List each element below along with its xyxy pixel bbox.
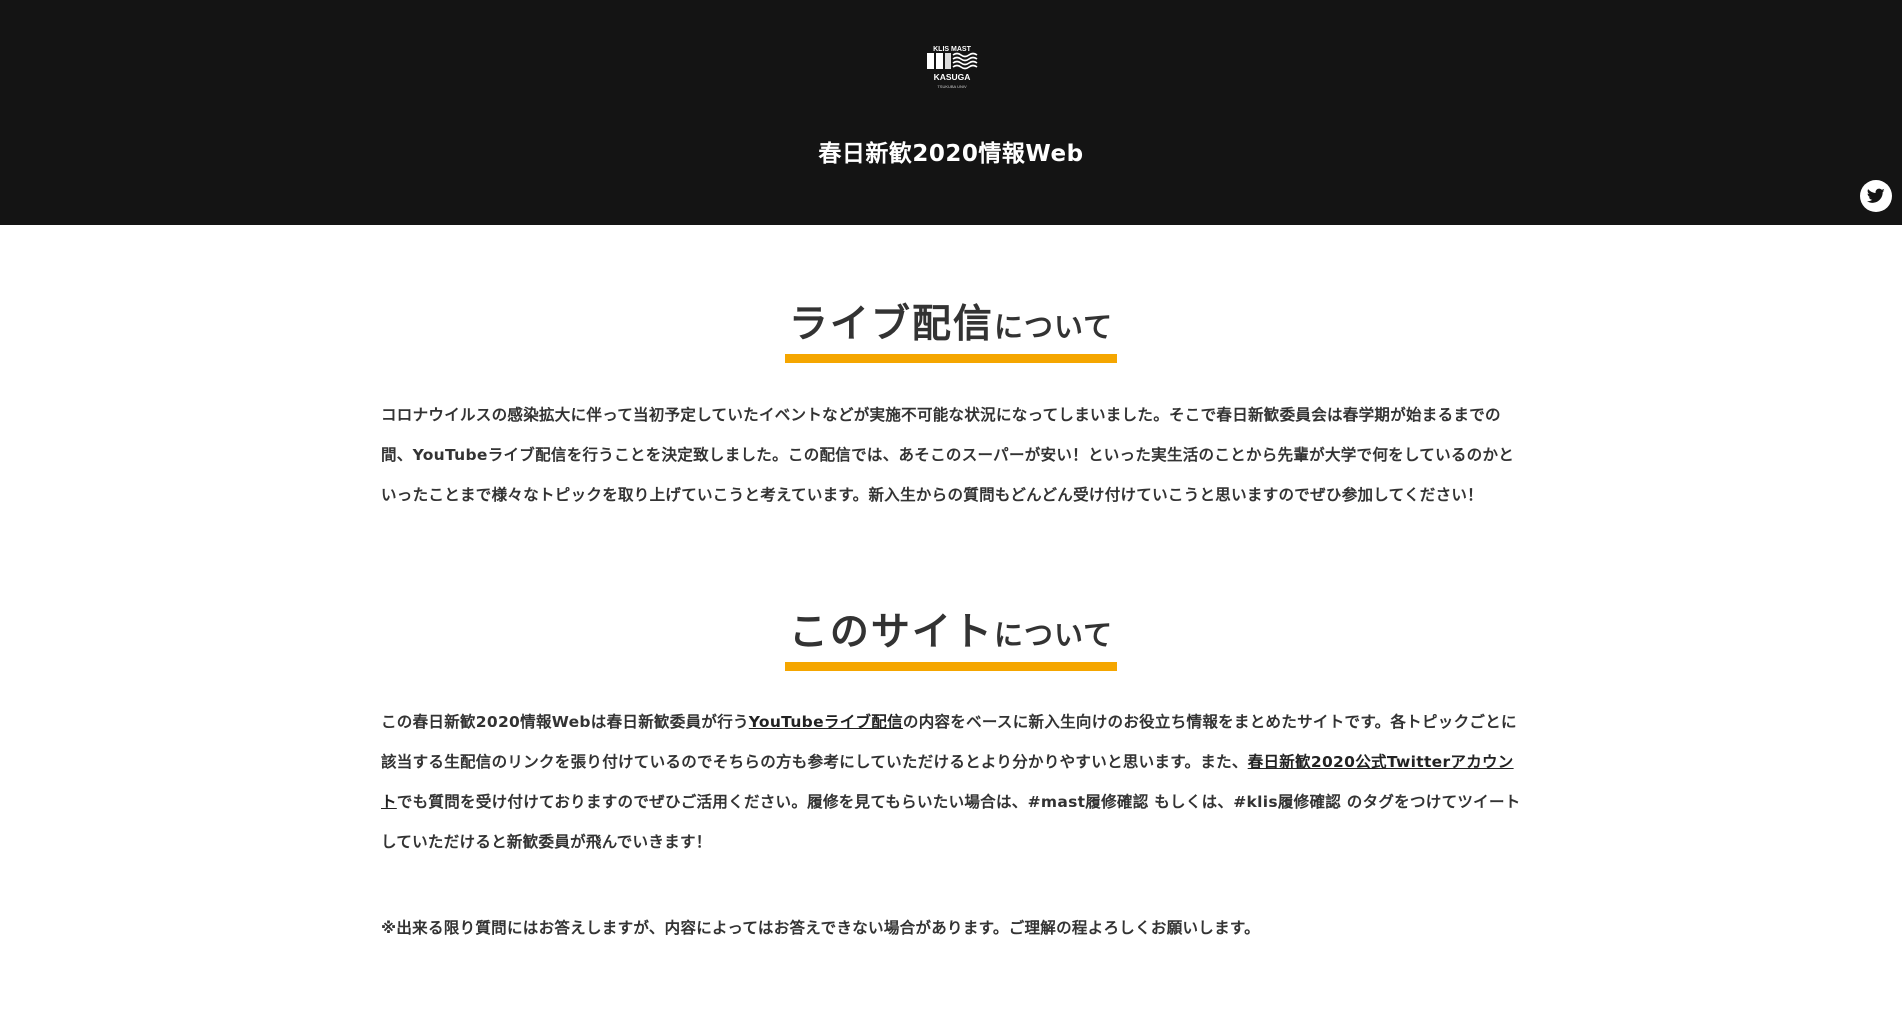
heading-site-main: このサイト: [788, 610, 994, 655]
logo-text-main: KASUGA: [934, 72, 971, 82]
site-paragraph: この春日新歓2020情報Webは春日新歓委員が行うYouTubeライブ配信の内容…: [381, 702, 1521, 862]
logo-text-top: KLIS MAST: [933, 46, 971, 53]
heading-site: このサイトについて: [784, 610, 1118, 671]
heading-live-suffix: について: [993, 310, 1114, 344]
twitter-button[interactable]: [1860, 180, 1892, 212]
youtube-live-link[interactable]: YouTubeライブ配信: [749, 713, 903, 731]
twitter-icon: [1867, 188, 1885, 203]
heading-site-suffix: について: [993, 618, 1114, 652]
heading-live: ライブ配信について: [784, 302, 1118, 363]
section-heading-site: このサイトについて: [0, 613, 1902, 671]
hashtag-klis: #klis履修確認: [1233, 793, 1342, 811]
site-note: ※出来る限り質問にはお答えしますが、内容によってはお答えできない場合があります。…: [381, 919, 1260, 937]
kasuga-logo[interactable]: KLIS MAST KASUGA TSUKUBA UNIV: [923, 44, 981, 92]
site-text-1: この春日新歓2020情報Webは春日新歓委員が行う: [381, 713, 749, 731]
section-heading-live: ライブ配信について: [0, 305, 1902, 363]
site-text-3: でも質問を受け付けておりますのでぜひご活用ください。履修を見てもらいたい場合は、: [396, 793, 1028, 811]
site-text-4: もしくは、: [1148, 793, 1234, 811]
live-paragraph: コロナウイルスの感染拡大に伴って当初予定していたイベントなどが実施不可能な状況に…: [381, 406, 1515, 504]
hashtag-mast: #mast履修確認: [1027, 793, 1149, 811]
site-title: 春日新歓2020情報Web: [818, 141, 1084, 167]
heading-live-main: ライブ配信: [788, 302, 994, 347]
logo-text-sub: TSUKUBA UNIV: [937, 84, 967, 89]
site-header: KLIS MAST KASUGA TSUKUBA UNIV 春日新歓2020情報…: [0, 0, 1902, 225]
